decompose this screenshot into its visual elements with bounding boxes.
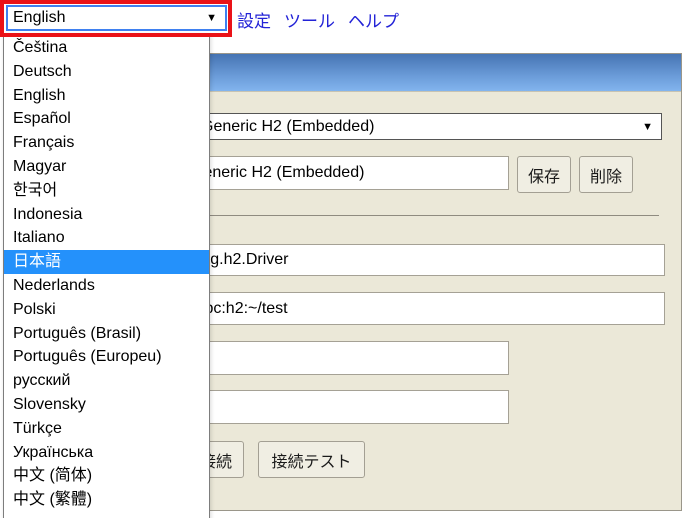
settings-link[interactable]: 設定 xyxy=(237,7,271,32)
top-nav-links: 設定 ツール ヘルプ xyxy=(237,7,399,32)
username-input[interactable] xyxy=(187,341,509,375)
save-button[interactable]: 保存 xyxy=(517,156,571,193)
language-option[interactable]: 中文 (简体) xyxy=(4,464,209,488)
dropdown-arrow-icon: ▼ xyxy=(206,12,217,24)
language-select-value: English xyxy=(13,9,206,27)
language-option[interactable]: Türkçe xyxy=(4,417,209,441)
language-option[interactable]: Deutsch xyxy=(4,60,209,84)
language-option[interactable]: Nederlands xyxy=(4,274,209,298)
test-connection-button[interactable]: 接続テスト xyxy=(258,441,365,478)
language-option[interactable]: Українська xyxy=(4,441,209,465)
language-option[interactable]: Português (Europeu) xyxy=(4,345,209,369)
saved-settings-value: Generic H2 (Embedded) xyxy=(201,118,642,136)
language-option[interactable]: Slovensky xyxy=(4,393,209,417)
delete-button[interactable]: 削除 xyxy=(579,156,633,193)
language-select[interactable]: English ▼ xyxy=(6,5,227,31)
help-link[interactable]: ヘルプ xyxy=(348,7,399,32)
language-option[interactable]: Italiano xyxy=(4,226,209,250)
setting-name-input[interactable] xyxy=(186,156,509,190)
language-option[interactable]: 日本語 xyxy=(4,250,209,274)
language-option[interactable]: 中文 (繁體) xyxy=(4,488,209,512)
language-option[interactable]: 한국어 xyxy=(4,179,209,203)
language-option[interactable]: русский xyxy=(4,369,209,393)
language-option[interactable]: Čeština xyxy=(4,36,209,60)
jdbc-url-input[interactable] xyxy=(187,292,665,325)
language-option[interactable]: Indonesia xyxy=(4,203,209,227)
language-option[interactable]: Español xyxy=(4,107,209,131)
tools-link[interactable]: ツール xyxy=(284,7,335,32)
language-option[interactable]: Français xyxy=(4,131,209,155)
password-input[interactable] xyxy=(187,390,509,424)
saved-settings-select[interactable]: Generic H2 (Embedded) ▼ xyxy=(195,113,662,140)
language-option[interactable]: Polski xyxy=(4,298,209,322)
language-option[interactable]: Magyar xyxy=(4,155,209,179)
h2-console-page: Generic H2 (Embedded) ▼ 保存 削除 接続 接続テスト 設… xyxy=(0,0,687,518)
dropdown-arrow-icon: ▼ xyxy=(642,121,653,133)
language-option[interactable]: Português (Brasil) xyxy=(4,322,209,346)
driver-class-input[interactable] xyxy=(191,244,665,276)
language-option[interactable]: English xyxy=(4,84,209,108)
language-dropdown-list: ČeštinaDeutschEnglishEspañolFrançaisMagy… xyxy=(3,33,210,518)
